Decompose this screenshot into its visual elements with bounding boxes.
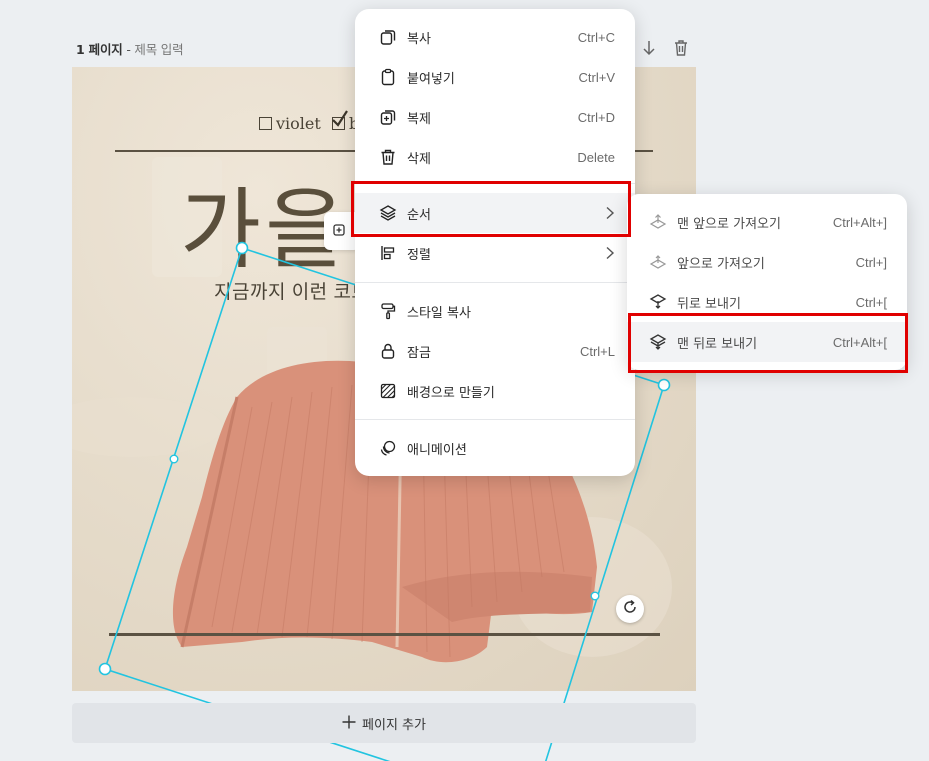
page-number: 1 페이지	[76, 42, 123, 57]
plus-icon	[342, 712, 356, 732]
menu-item-label: 맨 앞으로 가져오기	[677, 216, 781, 232]
menu-item-label: 뒤로 보내기	[677, 296, 741, 312]
paste-icon	[379, 68, 397, 86]
menu-item-duplicate[interactable]: 복제 Ctrl+D	[355, 97, 635, 137]
menu-item-label: 잠금	[407, 345, 431, 361]
align-icon	[379, 244, 397, 262]
page-header: 1 페이지 - 제목 입력	[76, 39, 184, 58]
menu-item-shortcut: Delete	[577, 149, 615, 165]
menu-item-paste[interactable]: 붙여넣기 Ctrl+V	[355, 57, 635, 97]
menu-item-label: 앞으로 가져오기	[677, 256, 765, 272]
duplicate-icon	[379, 108, 397, 126]
empty-checkbox-icon	[259, 117, 272, 130]
duplicate-icon[interactable]	[332, 221, 348, 241]
menu-item-shortcut: Ctrl+C	[577, 29, 615, 45]
menu-item-delete[interactable]: 삭제 Delete	[355, 137, 635, 177]
checkbox-option-violet: violet	[259, 114, 321, 133]
highlight-box-order	[351, 181, 631, 237]
menu-item-shortcut: Ctrl+V	[578, 69, 615, 85]
highlight-box-send-to-back	[628, 313, 908, 373]
arrow-down-icon[interactable]	[640, 38, 658, 58]
bottom-rule	[109, 633, 660, 636]
menu-divider	[355, 282, 635, 283]
menu-item-shortcut: Ctrl+[	[855, 294, 887, 310]
menu-item-shortcut: Ctrl+L	[579, 343, 615, 359]
page-header-actions	[640, 38, 690, 58]
menu-item-label: 삭제	[407, 151, 431, 167]
menu-item-shortcut: Ctrl+Alt+]	[832, 214, 887, 230]
menu-item-animation[interactable]: 애니메이션	[355, 428, 635, 468]
menu-item-label: 정렬	[407, 247, 431, 263]
menu-item-label: 복사	[407, 31, 431, 47]
menu-item-label: 붙여넣기	[407, 71, 455, 87]
menu-item-set-background[interactable]: 배경으로 만들기	[355, 371, 635, 411]
trash-icon	[379, 148, 397, 166]
paint-roller-icon	[379, 302, 397, 320]
lock-icon	[379, 342, 397, 360]
checked-checkbox-icon	[332, 110, 348, 130]
menu-item-lock[interactable]: 잠금 Ctrl+L	[355, 331, 635, 371]
checkbox-label-violet: violet	[276, 114, 321, 133]
chevron-right-icon	[605, 246, 615, 260]
menu-item-label: 스타일 복사	[407, 305, 471, 321]
menu-item-copy[interactable]: 복사 Ctrl+C	[355, 17, 635, 57]
add-page-label: 페이지 추가	[362, 717, 426, 733]
background-icon	[379, 382, 397, 400]
copy-icon	[379, 28, 397, 46]
menu-item-label: 배경으로 만들기	[407, 385, 495, 401]
add-page-button[interactable]: 페이지 추가	[72, 703, 696, 743]
menu-item-label: 복제	[407, 111, 431, 127]
menu-item-align[interactable]: 정렬	[355, 233, 635, 273]
menu-item-shortcut: Ctrl+]	[855, 254, 887, 270]
send-backward-icon	[649, 293, 667, 311]
submenu-item-bring-to-front[interactable]: 맨 앞으로 가져오기 Ctrl+Alt+]	[627, 202, 907, 242]
page-header-separator: -	[122, 42, 135, 57]
page-title-input[interactable]: 제목 입력	[134, 42, 183, 57]
rotate-icon	[622, 599, 638, 619]
menu-item-label: 애니메이션	[407, 442, 467, 458]
menu-item-shortcut: Ctrl+D	[577, 109, 615, 125]
bring-to-front-icon	[649, 213, 667, 231]
trash-icon[interactable]	[672, 38, 690, 58]
context-menu: 복사 Ctrl+C 붙여넣기 Ctrl+V 복제 Ctrl+D 삭제 Delet…	[355, 9, 635, 476]
subtitle-text[interactable]: 지금까지 이런 코트	[214, 277, 369, 304]
bring-forward-icon	[649, 253, 667, 271]
animation-icon	[379, 439, 397, 457]
menu-item-copy-style[interactable]: 스타일 복사	[355, 291, 635, 331]
rotate-handle[interactable]	[616, 595, 644, 623]
submenu-item-bring-forward[interactable]: 앞으로 가져오기 Ctrl+]	[627, 242, 907, 282]
menu-divider	[355, 419, 635, 420]
